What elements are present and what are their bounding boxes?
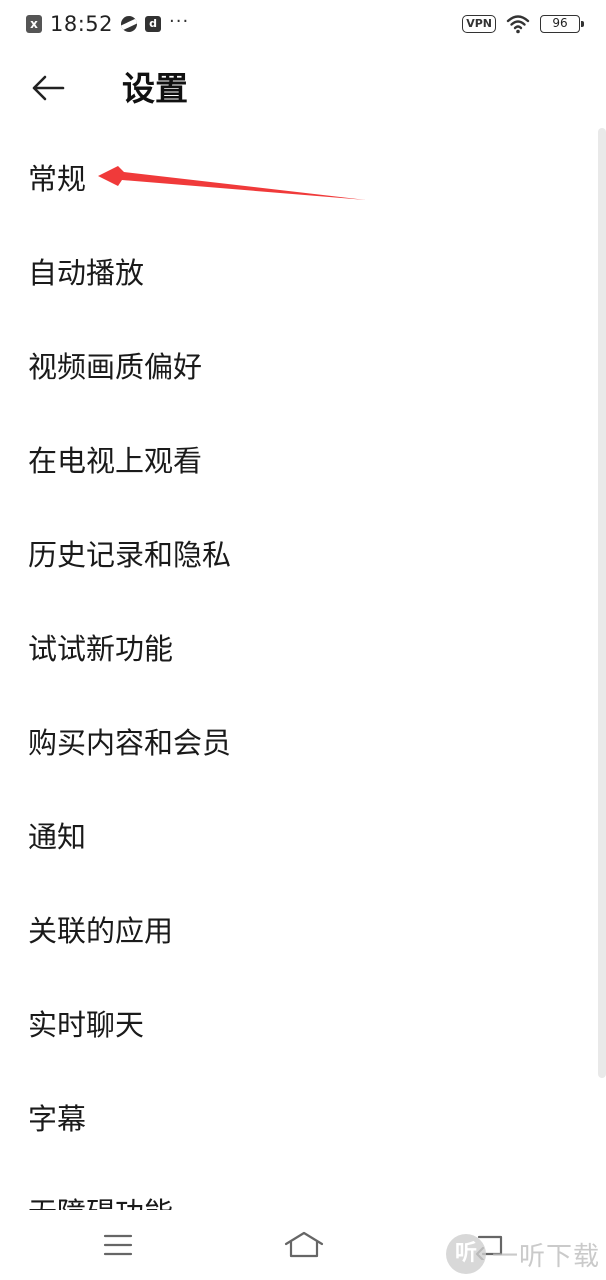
status-left: x 18:52 d ··· xyxy=(26,10,190,36)
vpn-badge: VPN xyxy=(462,15,496,33)
menu-icon xyxy=(103,1234,133,1256)
more-notifications-icon: ··· xyxy=(169,10,190,32)
settings-item-try-new-features[interactable]: 试试新功能 xyxy=(0,600,596,694)
settings-item-watch-on-tv[interactable]: 在电视上观看 xyxy=(0,412,596,506)
arrow-left-icon xyxy=(32,75,65,101)
battery-indicator: 96 xyxy=(540,15,584,33)
settings-item-notifications[interactable]: 通知 xyxy=(0,788,596,882)
settings-item-history-privacy[interactable]: 历史记录和隐私 xyxy=(0,506,596,600)
status-bar: x 18:52 d ··· VPN 96 xyxy=(0,0,606,48)
settings-item-live-chat[interactable]: 实时聊天 xyxy=(0,976,596,1070)
status-right: VPN 96 xyxy=(462,12,584,36)
home-icon xyxy=(284,1231,324,1258)
settings-item-autoplay[interactable]: 自动播放 xyxy=(0,224,596,318)
menu-button[interactable] xyxy=(88,1222,148,1268)
settings-item-purchases-memberships[interactable]: 购买内容和会员 xyxy=(0,694,596,788)
watermark-logo-icon: 听 xyxy=(446,1234,486,1274)
tiktok-notification-icon: d xyxy=(145,16,162,32)
settings-item-captions[interactable]: 字幕 xyxy=(0,1070,596,1164)
home-button[interactable] xyxy=(274,1222,334,1268)
watermark-text: 一听下载 xyxy=(492,1241,601,1272)
x-notification-icon: x xyxy=(26,15,42,33)
settings-list: 常规 自动播放 视频画质偏好 在电视上观看 历史记录和隐私 试试新功能 购买内容… xyxy=(0,130,606,1210)
back-button[interactable] xyxy=(24,68,72,108)
app-notification-icon xyxy=(121,16,138,32)
watermark: 听 一听下载 xyxy=(446,1232,600,1276)
status-time: 18:52 xyxy=(50,12,114,36)
battery-level: 96 xyxy=(552,16,568,30)
scrollbar[interactable] xyxy=(598,128,606,1078)
app-header: 设置 xyxy=(0,48,606,130)
settings-item-video-quality[interactable]: 视频画质偏好 xyxy=(0,318,596,412)
settings-item-connected-apps[interactable]: 关联的应用 xyxy=(0,882,596,976)
page-title: 设置 xyxy=(122,69,188,108)
settings-item-general[interactable]: 常规 xyxy=(0,130,596,224)
settings-item-accessibility[interactable]: 无障碍功能 xyxy=(0,1164,596,1210)
wifi-icon xyxy=(506,15,530,34)
